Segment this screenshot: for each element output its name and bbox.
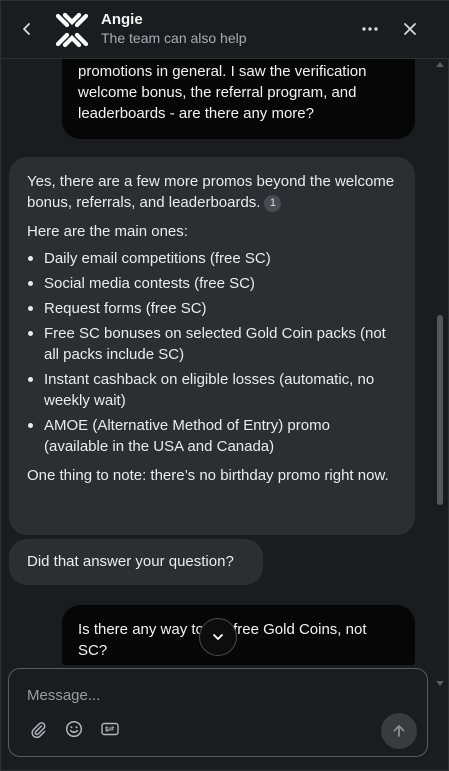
- attach-button[interactable]: [27, 718, 49, 740]
- message-composer: [8, 668, 428, 757]
- user-message: promotions in general. I saw the verific…: [62, 59, 415, 139]
- list-item: Free SC bonuses on selected Gold Coin pa…: [27, 323, 397, 365]
- more-horizontal-icon: [362, 27, 378, 31]
- emoji-icon: [65, 720, 83, 738]
- list-item: Request forms (free SC): [27, 298, 397, 319]
- chevron-left-icon: [23, 23, 30, 35]
- agent-name: Angie: [101, 11, 143, 28]
- send-button[interactable]: [381, 713, 417, 749]
- citation-badge[interactable]: 1: [264, 195, 282, 212]
- agent-message: Did that answer your question?: [9, 539, 263, 585]
- emoji-button[interactable]: [63, 718, 85, 740]
- message-input[interactable]: [27, 685, 367, 705]
- agent-message-lead: Here are the main ones:: [27, 223, 188, 240]
- close-button[interactable]: [397, 17, 423, 41]
- arrow-up-icon: [393, 725, 405, 737]
- list-item: AMOE (Alternative Method of Entry) promo…: [27, 415, 397, 457]
- agent-message: Yes, there are a few more promos beyond …: [9, 157, 415, 535]
- agent-message-note: One thing to note: there’s no birthday p…: [27, 467, 389, 484]
- chevron-down-icon: [213, 634, 223, 640]
- list-item: Instant cashback on eligible losses (aut…: [27, 369, 397, 411]
- scrollbar-thumb[interactable]: [437, 315, 443, 505]
- agent-followup-text: Did that answer your question?: [27, 553, 234, 570]
- message-list[interactable]: promotions in general. I saw the verific…: [1, 59, 433, 665]
- scrollbar[interactable]: [433, 59, 447, 693]
- paperclip-icon: [31, 722, 46, 738]
- agent-intro-text: Yes, there are a few more promos beyond …: [27, 173, 395, 211]
- close-icon: [404, 23, 416, 35]
- gif-button[interactable]: [99, 718, 121, 740]
- user-message-text: promotions in general. I saw the verific…: [78, 63, 367, 122]
- scroll-down-arrow[interactable]: [436, 681, 444, 687]
- list-item: Social media contests (free SC): [27, 273, 397, 294]
- more-options-button[interactable]: [357, 17, 383, 41]
- chat-header: Angie The team can also help: [1, 1, 449, 59]
- chat-window: Angie The team can also help promotions …: [0, 0, 449, 771]
- user-message: Is there any way to get free Gold Coins,…: [62, 605, 415, 665]
- list-item: Daily email competitions (free SC): [27, 248, 397, 269]
- agent-message-intro: Yes, there are a few more promos beyond …: [27, 171, 397, 213]
- back-button[interactable]: [15, 17, 39, 41]
- agent-subtitle: The team can also help: [101, 30, 247, 46]
- gif-icon: [101, 722, 119, 736]
- scroll-to-bottom-button[interactable]: [199, 618, 237, 656]
- scroll-up-arrow[interactable]: [436, 61, 444, 67]
- promo-list: Daily email competitions (free SC) Socia…: [27, 248, 397, 457]
- brand-logo: [55, 12, 89, 48]
